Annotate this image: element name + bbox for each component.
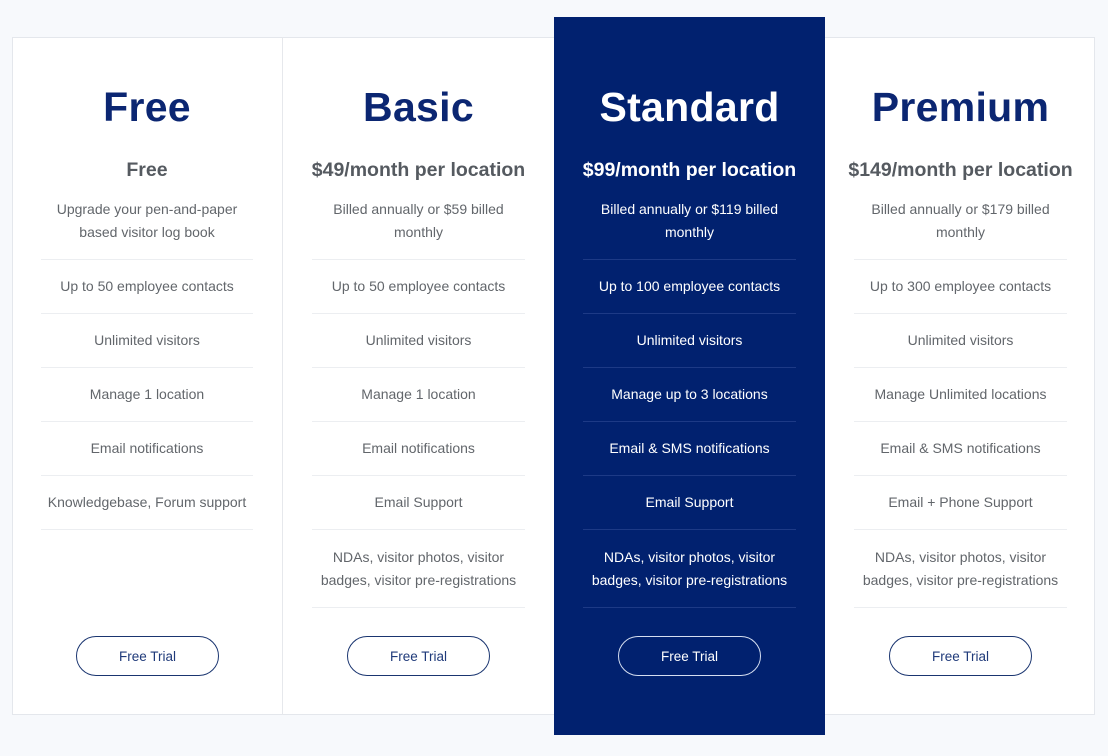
feature-item: Manage Unlimited locations [854, 368, 1067, 422]
feature-item: Knowledgebase, Forum support [41, 476, 253, 530]
feature-item: Email & SMS notifications [583, 422, 796, 476]
feature-list: Up to 300 employee contacts Unlimited vi… [854, 259, 1067, 608]
free-trial-button[interactable]: Free Trial [347, 636, 490, 676]
plan-description: Billed annually or $179 billed monthly [871, 201, 1050, 240]
feature-item: Manage 1 location [312, 368, 525, 422]
plan-card-free: Free Free Upgrade your pen-and-paper bas… [12, 37, 283, 715]
plan-card-premium: Premium $149/month per location Billed a… [825, 37, 1096, 715]
plan-price: $49/month per location [311, 159, 526, 181]
plan-description: Billed annually or $119 billed monthly [600, 201, 779, 240]
feature-item: Email + Phone Support [854, 476, 1067, 530]
feature-item: Up to 50 employee contacts [41, 260, 253, 314]
feature-item: Email Support [583, 476, 796, 530]
feature-item: Email & SMS notifications [854, 422, 1067, 476]
feature-list: Up to 100 employee contacts Unlimited vi… [583, 259, 796, 608]
plan-description: Upgrade your pen-and-paper based visitor… [56, 201, 238, 240]
plan-price: Free [126, 159, 168, 181]
feature-item: Manage 1 location [41, 368, 253, 422]
plan-card-basic: Basic $49/month per location Billed annu… [283, 37, 554, 715]
feature-item: Up to 300 employee contacts [854, 260, 1067, 314]
feature-item: NDAs, visitor photos, visitor badges, vi… [312, 530, 525, 608]
feature-item: NDAs, visitor photos, visitor badges, vi… [854, 530, 1067, 608]
plan-title: Free [103, 84, 191, 130]
feature-item: Email notifications [41, 422, 253, 476]
feature-item: NDAs, visitor photos, visitor badges, vi… [583, 530, 796, 608]
free-trial-button[interactable]: Free Trial [618, 636, 761, 676]
plan-title: Premium [871, 84, 1050, 130]
feature-item: Unlimited visitors [583, 314, 796, 368]
feature-item: Unlimited visitors [312, 314, 525, 368]
plan-price: $99/month per location [582, 159, 797, 181]
feature-item: Email Support [312, 476, 525, 530]
feature-item: Unlimited visitors [41, 314, 253, 368]
feature-item: Email notifications [312, 422, 525, 476]
free-trial-button[interactable]: Free Trial [76, 636, 219, 676]
feature-item: Up to 100 employee contacts [583, 260, 796, 314]
feature-list: Up to 50 employee contacts Unlimited vis… [41, 259, 253, 530]
feature-item: Manage up to 3 locations [583, 368, 796, 422]
feature-list: Up to 50 employee contacts Unlimited vis… [312, 259, 525, 608]
feature-item: Unlimited visitors [854, 314, 1067, 368]
feature-item: Up to 50 employee contacts [312, 260, 525, 314]
plan-price: $149/month per location [848, 159, 1073, 181]
plan-title: Standard [599, 84, 780, 130]
plan-title: Basic [363, 84, 474, 130]
plan-description: Billed annually or $59 billed monthly [333, 201, 504, 240]
free-trial-button[interactable]: Free Trial [889, 636, 1032, 676]
plan-card-standard: Standard $99/month per location Billed a… [554, 17, 825, 735]
